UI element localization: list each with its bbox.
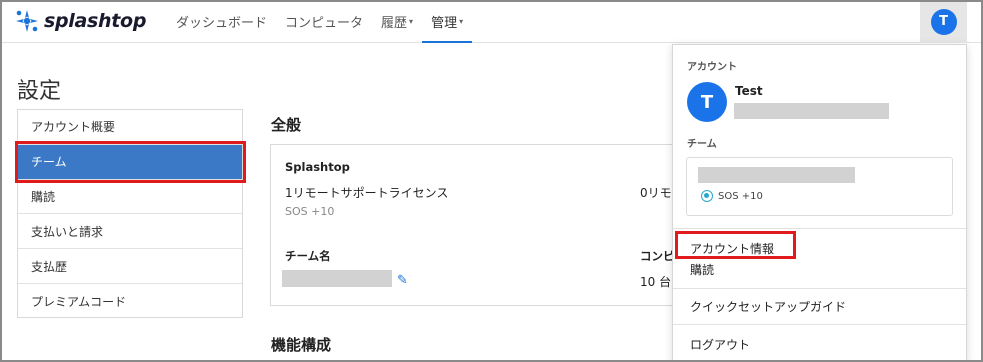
chevron-down-icon: ▾: [409, 17, 414, 26]
team-name-value-redacted: [282, 270, 392, 287]
user-email-redacted: [734, 103, 889, 119]
sos-icon: [701, 190, 713, 202]
nav-management-label: 管理: [431, 16, 458, 31]
product-name: Splashtop: [285, 160, 350, 174]
pencil-icon[interactable]: ✎: [397, 273, 408, 288]
account-section-label: アカウント: [687, 62, 737, 73]
page-title: 設定: [17, 79, 62, 104]
team-addon-label: SOS +10: [718, 190, 763, 202]
nav-computers-label: コンピュータ: [285, 16, 364, 31]
divider: [673, 288, 966, 289]
menu-item-account-overview[interactable]: アカウント概要: [18, 110, 242, 145]
nav-computers[interactable]: コンピュータ: [276, 0, 372, 43]
chevron-down-icon: ▾: [459, 17, 464, 26]
team-card[interactable]: SOS +10: [686, 157, 953, 216]
nav-dashboard-label: ダッシュボード: [176, 16, 268, 31]
main-nav: ダッシュボード コンピュータ 履歴 ▾ 管理 ▾: [167, 0, 473, 43]
team-name-label: チーム名: [285, 249, 331, 263]
team-section-label: チーム: [687, 139, 717, 150]
team-addon: SOS +10: [701, 190, 763, 202]
divider: [673, 324, 966, 325]
avatar: T: [930, 8, 957, 35]
menu-item-premium-code[interactable]: プレミアムコード: [18, 284, 242, 319]
computers-label: コンピ: [640, 249, 675, 263]
highlight-box-team: [15, 141, 246, 183]
splashtop-logo-icon: [16, 10, 38, 32]
quick-setup-guide-link[interactable]: クイックセットアップガイド: [690, 298, 846, 315]
menu-item-subscription[interactable]: 購読: [18, 180, 242, 215]
menu-item-billing[interactable]: 支払いと請求: [18, 214, 242, 250]
addon-text: SOS +10: [285, 205, 335, 218]
logo[interactable]: splashtop: [14, 7, 146, 35]
nav-management[interactable]: 管理 ▾: [422, 0, 473, 43]
license-text: 1リモートサポートライセンス: [285, 186, 449, 200]
nav-history-label: 履歴: [381, 16, 408, 31]
user-name: Test: [735, 84, 763, 98]
features-heading: 機能構成: [271, 336, 332, 354]
team-name-redacted: [698, 167, 855, 183]
nav-history[interactable]: 履歴 ▾: [372, 0, 422, 43]
avatar: T: [687, 82, 727, 122]
top-nav-bar: splashtop ダッシュボード コンピュータ 履歴 ▾ 管理 ▾ T: [0, 0, 983, 43]
logo-text: splashtop: [44, 10, 147, 32]
divider: [673, 228, 966, 229]
account-dropdown: アカウント T Test チーム SOS +10 アカウント情報 購読 クイック…: [672, 44, 967, 362]
menu-item-payment-history[interactable]: 支払歴: [18, 249, 242, 284]
logout-link[interactable]: ログアウト: [690, 336, 750, 353]
highlight-box-account-info: [675, 231, 796, 259]
subscription-link[interactable]: 購読: [690, 261, 714, 278]
general-heading: 全般: [271, 116, 302, 134]
nav-dashboard[interactable]: ダッシュボード: [167, 0, 276, 43]
user-menu-button[interactable]: T: [920, 0, 967, 43]
